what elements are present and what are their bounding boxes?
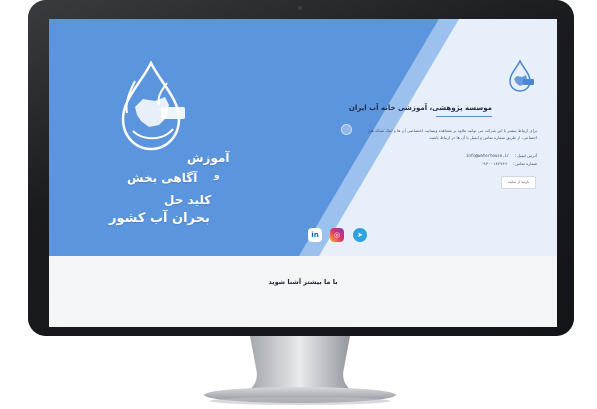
- org-logo-icon[interactable]: [503, 59, 537, 93]
- hero-line-bohran: بحران آب کشور: [109, 211, 210, 226]
- email-value[interactable]: info@waterhouse.ir: [466, 153, 509, 158]
- email-label: آدرس ایمیل :: [514, 153, 537, 158]
- linkedin-icon[interactable]: in: [308, 228, 322, 242]
- org-description: برای ارتباط بیشتر با این شرکت می توانید …: [367, 128, 537, 140]
- phone-label: شماره تماس :: [512, 161, 537, 166]
- section-title: با ما بیشتر آشنا شوید: [268, 278, 338, 286]
- website-screen: آموزش و آگاهی بخش کلید حل بحران آب کشور …: [49, 19, 557, 327]
- monitor-frame: آموزش و آگاهی بخش کلید حل بحران آب کشور …: [28, 0, 574, 336]
- hero-line-amoozesh: آموزش: [187, 151, 230, 165]
- telegram-icon[interactable]: ➤: [353, 228, 367, 242]
- org-title: موسسه پژوهشی، آموزشی خانه آب ایران: [348, 104, 492, 112]
- instagram-icon[interactable]: ◎: [330, 228, 344, 242]
- visit-site-button[interactable]: بازدید از سایت: [501, 176, 536, 189]
- camera-dot: [298, 6, 302, 10]
- phone-row: شماره تماس : ۰۹۳۰۰۱۸۲۷۴۶: [481, 161, 537, 166]
- hero-line-agahi: آگاهی بخش: [127, 171, 198, 185]
- phone-value[interactable]: ۰۹۳۰۰۱۸۲۷۴۶: [481, 161, 508, 166]
- title-underline: [436, 116, 492, 117]
- slider-pin[interactable]: ۰۱: [341, 124, 352, 135]
- hero-line-va: و: [214, 171, 220, 181]
- about-section: با ما بیشتر آشنا شوید: [49, 256, 557, 327]
- water-drop-logo: [121, 61, 185, 151]
- hero-section: آموزش و آگاهی بخش کلید حل بحران آب کشور …: [49, 19, 557, 256]
- hero-line-kelid: کلید حل: [164, 193, 212, 207]
- email-row: آدرس ایمیل : info@waterhouse.ir: [466, 153, 537, 158]
